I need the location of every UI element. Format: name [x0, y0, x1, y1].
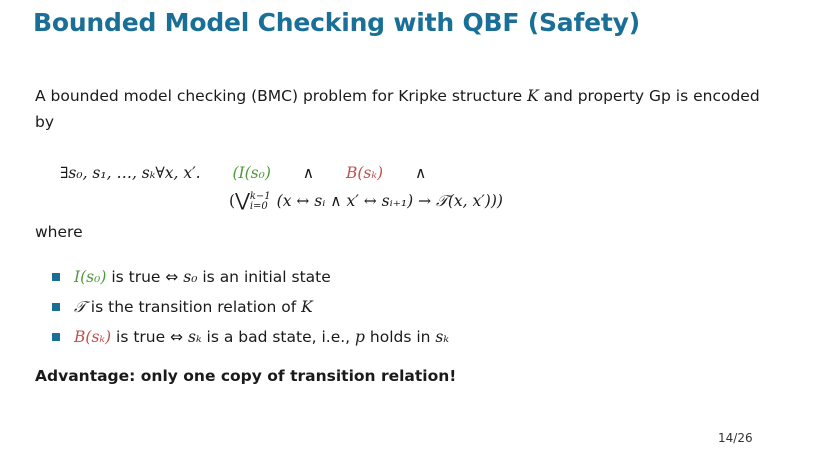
bullet-3-text3: holds in — [364, 328, 436, 346]
formula-rest: (x ↔ sᵢ ∧ x′ ↔ sᵢ₊₁) → 𝒯(x, x′))) — [276, 192, 503, 210]
bullet-3-math: B(sₖ) — [74, 328, 112, 346]
bullet-2-text: is the transition relation of — [85, 298, 302, 316]
bullet-marker-icon — [52, 333, 60, 341]
bullet-marker-icon — [52, 273, 60, 281]
formula-line-1: ∃s₀, s₁, …, sₖ∀x, x′. (I(s₀) ∧ B(sₖ) ∧ — [60, 164, 426, 182]
bullet-item-bad-state: B(sₖ) is true ⇔ sₖ is a bad state, i.e.,… — [52, 322, 449, 352]
bullet-3-math3: p — [355, 328, 365, 346]
intro-text-1: A bounded model checking (BMC) problem f… — [35, 87, 528, 105]
formula-prefix: ∃s₀, s₁, …, sₖ∀x, x′. — [60, 164, 201, 182]
formula-line-2: (⋁ k−1 i=0 (x ↔ sᵢ ∧ x′ ↔ sᵢ₊₁) → 𝒯(x, x′))… — [229, 190, 503, 212]
bullet-1-text2: is an initial state — [197, 268, 331, 286]
bullet-1-math2: s₀ — [183, 268, 198, 286]
bullet-3-text: is true ⇔ — [111, 328, 188, 346]
bullet-3-text2: is a bad state, i.e., — [201, 328, 356, 346]
formula-and-1: ∧ — [302, 164, 315, 182]
limit-upper: k−1 — [249, 190, 271, 202]
page-number: 14/26 — [718, 431, 753, 445]
bullet-marker-icon — [52, 303, 60, 311]
bullet-3-math4: sₖ — [435, 328, 450, 346]
big-or-operator: ⋁ — [235, 190, 250, 211]
slide: Bounded Model Checking with QBF (Safety)… — [0, 0, 814, 451]
bullet-item-transition: 𝒯 is the transition relation of K — [52, 292, 449, 322]
bullet-1-math: I(s₀) — [74, 268, 107, 286]
bullet-list: I(s₀) is true ⇔ s₀ is an initial state 𝒯… — [52, 262, 449, 352]
intro-text-3: by — [35, 113, 55, 131]
bullet-1-text: is true ⇔ — [106, 268, 184, 286]
advantage-statement: Advantage: only one copy of transition r… — [35, 367, 457, 385]
intro-math-K: K — [527, 87, 539, 105]
formula-and-2: ∧ — [414, 164, 427, 182]
intro-paragraph: A bounded model checking (BMC) problem f… — [35, 83, 785, 135]
formula-initial: (I(s₀) — [232, 164, 271, 182]
formula-bad: B(sₖ) — [345, 164, 384, 182]
limit-lower: i=0 — [249, 200, 268, 212]
where-label: where — [35, 223, 83, 241]
bullet-3-math2: sₖ — [187, 328, 202, 346]
big-or-limits: k−1 i=0 — [249, 190, 271, 212]
slide-title: Bounded Model Checking with QBF (Safety) — [33, 8, 640, 37]
intro-text-2: and property Gp is encoded — [538, 87, 760, 105]
bullet-item-initial: I(s₀) is true ⇔ s₀ is an initial state — [52, 262, 449, 292]
bullet-2-math: 𝒯 — [74, 298, 86, 316]
bullet-2-math2: K — [301, 298, 313, 316]
